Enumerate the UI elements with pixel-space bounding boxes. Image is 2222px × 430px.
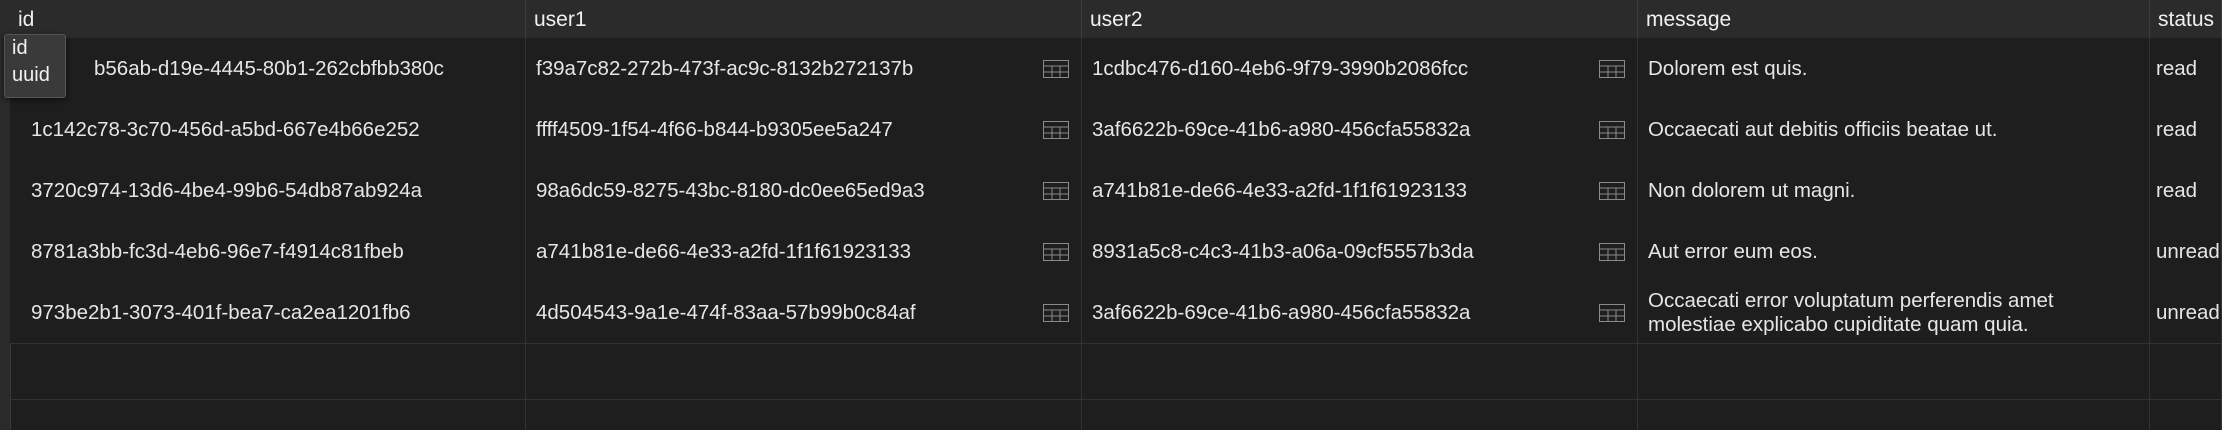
cell-user1[interactable]: 98a6dc59-8275-43bc-8180-dc0ee65ed9a3	[526, 160, 1082, 221]
table-grid-icon[interactable]	[1599, 303, 1625, 322]
column-header-user2[interactable]: user2	[1082, 0, 1638, 38]
cell-text: unread	[2156, 239, 2220, 263]
empty-cell	[2150, 399, 2222, 430]
cell-user1[interactable]: f39a7c82-272b-473f-ac9c-8132b272137b	[526, 38, 1082, 99]
column-header-id[interactable]: id	[10, 0, 526, 38]
cell-user2[interactable]: 8931a5c8-c4c3-41b3-a06a-09cf5557b3da	[1082, 221, 1638, 282]
empty-cell	[1638, 399, 2150, 430]
cell-text: 973be2b1-3073-401f-bea7-ca2ea1201fb6	[31, 300, 411, 324]
table-row[interactable]: 1c142c78-3c70-456d-a5bd-667e4b66e252 fff…	[10, 99, 2222, 161]
cell-message[interactable]: Dolorem est quis.	[1638, 38, 2150, 99]
cell-text: read	[2156, 178, 2198, 202]
cell-message[interactable]: Occaecati error voluptatum perferendis a…	[1638, 282, 2150, 343]
empty-cell	[1638, 343, 2150, 399]
table-grid-icon[interactable]	[1599, 120, 1625, 139]
cell-text: 3af6622b-69ce-41b6-a980-456cfa55832a	[1092, 300, 1471, 324]
cell-id[interactable]: b56ab-d19e-4445-80b1-262cbfbb380c	[10, 38, 526, 99]
table-row[interactable]: b56ab-d19e-4445-80b1-262cbfbb380c f39a7c…	[10, 38, 2222, 100]
cell-text: Aut error eum eos.	[1648, 239, 1818, 263]
cell-text: 1c142c78-3c70-456d-a5bd-667e4b66e252	[31, 117, 420, 141]
empty-cell	[2150, 343, 2222, 399]
cell-status[interactable]: unread	[2150, 221, 2222, 282]
column-tooltip: id uuid	[4, 34, 66, 98]
cell-text: Non dolorem ut magni.	[1648, 178, 1856, 202]
cell-id[interactable]: 3720c974-13d6-4be4-99b6-54db87ab924a	[10, 160, 526, 221]
cell-text: 3af6622b-69ce-41b6-a980-456cfa55832a	[1092, 117, 1471, 141]
empty-row	[10, 399, 2222, 430]
cell-text: 8931a5c8-c4c3-41b3-a06a-09cf5557b3da	[1092, 239, 1474, 263]
cell-user1[interactable]: ffff4509-1f54-4f66-b844-b9305ee5a247	[526, 99, 1082, 160]
cell-text: read	[2156, 117, 2198, 141]
cell-user1[interactable]: a741b81e-de66-4e33-a2fd-1f1f61923133	[526, 221, 1082, 282]
cell-user2[interactable]: 1cdbc476-d160-4eb6-9f79-3990b2086fcc	[1082, 38, 1638, 99]
cell-text: Dolorem est quis.	[1648, 56, 1808, 80]
empty-cell	[10, 343, 526, 399]
cell-message[interactable]: Non dolorem ut magni.	[1638, 160, 2150, 221]
cell-status[interactable]: read	[2150, 38, 2222, 99]
cell-status[interactable]: read	[2150, 99, 2222, 160]
cell-id[interactable]: 973be2b1-3073-401f-bea7-ca2ea1201fb6	[10, 282, 526, 343]
table-grid-icon[interactable]	[1043, 303, 1069, 322]
cell-text: 4d504543-9a1e-474f-83aa-57b99b0c84af	[536, 300, 916, 324]
cell-status[interactable]: read	[2150, 160, 2222, 221]
cell-user2[interactable]: 3af6622b-69ce-41b6-a980-456cfa55832a	[1082, 99, 1638, 160]
cell-text: f39a7c82-272b-473f-ac9c-8132b272137b	[536, 56, 914, 80]
table-grid-icon[interactable]	[1599, 59, 1625, 78]
cell-text: a741b81e-de66-4e33-a2fd-1f1f61923133	[536, 239, 912, 263]
cell-user1[interactable]: 4d504543-9a1e-474f-83aa-57b99b0c84af	[526, 282, 1082, 343]
table-grid-icon[interactable]	[1043, 242, 1069, 261]
data-grid: id user1 user2 message status b56ab-d19e…	[0, 0, 2222, 430]
cell-id[interactable]: 8781a3bb-fc3d-4eb6-96e7-f4914c81fbeb	[10, 221, 526, 282]
cell-user2[interactable]: 3af6622b-69ce-41b6-a980-456cfa55832a	[1082, 282, 1638, 343]
table-row[interactable]: 3720c974-13d6-4be4-99b6-54db87ab924a 98a…	[10, 160, 2222, 222]
table-grid-icon[interactable]	[1043, 59, 1069, 78]
empty-cell	[526, 343, 1082, 399]
tooltip-column-type: uuid	[12, 64, 50, 86]
cell-text: Occaecati error voluptatum perferendis a…	[1648, 288, 2054, 336]
cell-message[interactable]: Aut error eum eos.	[1638, 221, 2150, 282]
cell-text: 1cdbc476-d160-4eb6-9f79-3990b2086fcc	[1092, 56, 1469, 80]
empty-cell	[526, 399, 1082, 430]
cell-user2[interactable]: a741b81e-de66-4e33-a2fd-1f1f61923133	[1082, 160, 1638, 221]
cell-text: Occaecati aut debitis officiis beatae ut…	[1648, 117, 1998, 141]
cell-text: 3720c974-13d6-4be4-99b6-54db87ab924a	[31, 178, 422, 202]
cell-id[interactable]: 1c142c78-3c70-456d-a5bd-667e4b66e252	[10, 99, 526, 160]
header-row: id user1 user2 message status	[10, 0, 2222, 39]
table-row[interactable]: 973be2b1-3073-401f-bea7-ca2ea1201fb6 4d5…	[10, 282, 2222, 344]
table-grid-icon[interactable]	[1599, 242, 1625, 261]
cell-status[interactable]: unread	[2150, 282, 2222, 343]
empty-cell	[1082, 399, 1638, 430]
cell-text: unread	[2156, 300, 2220, 324]
cell-text: a741b81e-de66-4e33-a2fd-1f1f61923133	[1092, 178, 1468, 202]
table-row[interactable]: 8781a3bb-fc3d-4eb6-96e7-f4914c81fbeb a74…	[10, 221, 2222, 283]
cell-message[interactable]: Occaecati aut debitis officiis beatae ut…	[1638, 99, 2150, 160]
cell-text: ffff4509-1f54-4f66-b844-b9305ee5a247	[536, 117, 893, 141]
empty-row	[10, 343, 2222, 400]
cell-text: read	[2156, 56, 2198, 80]
column-header-status[interactable]: status	[2150, 0, 2222, 38]
cell-text: 8781a3bb-fc3d-4eb6-96e7-f4914c81fbeb	[31, 239, 404, 263]
column-header-message[interactable]: message	[1638, 0, 2150, 38]
table-grid-icon[interactable]	[1599, 181, 1625, 200]
empty-cell	[1082, 343, 1638, 399]
table-grid-icon[interactable]	[1043, 120, 1069, 139]
empty-cell	[10, 399, 526, 430]
cell-text: 98a6dc59-8275-43bc-8180-dc0ee65ed9a3	[536, 178, 925, 202]
table-grid-icon[interactable]	[1043, 181, 1069, 200]
column-header-user1[interactable]: user1	[526, 0, 1082, 38]
cell-text: b56ab-d19e-4445-80b1-262cbfbb380c	[94, 56, 444, 80]
tooltip-column-name: id	[12, 37, 28, 59]
